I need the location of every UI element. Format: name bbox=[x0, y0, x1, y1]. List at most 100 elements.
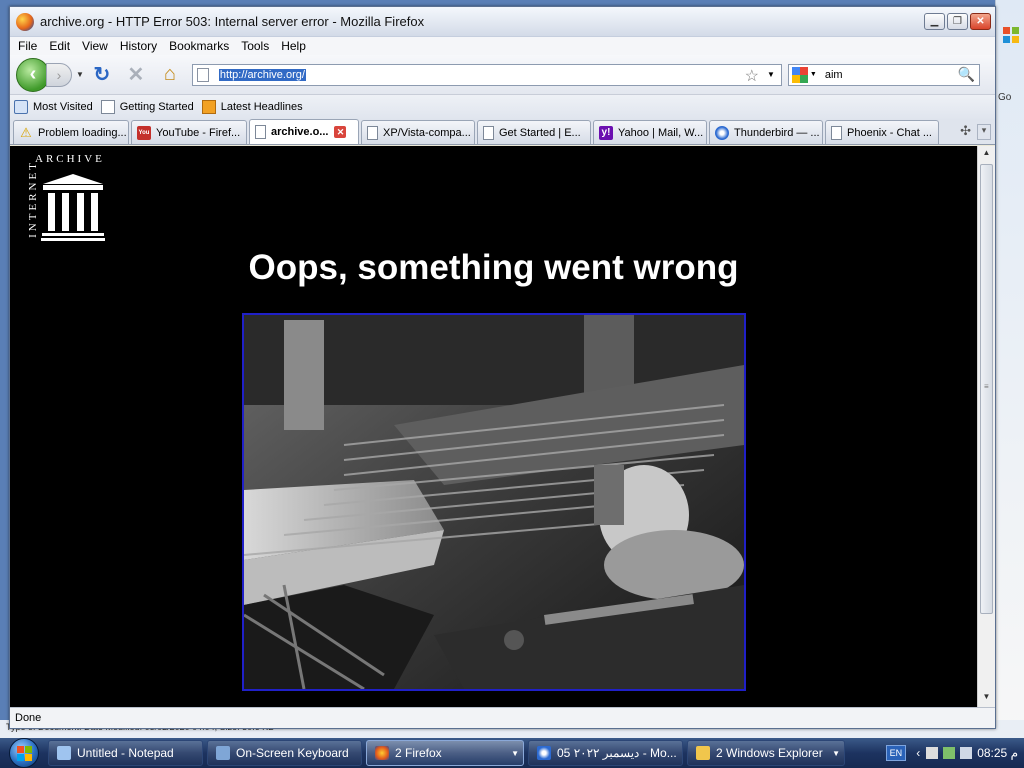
url-text[interactable]: http://archive.org/ bbox=[218, 68, 306, 81]
logo-internet-text: INTERNET bbox=[26, 160, 39, 238]
page-icon bbox=[255, 125, 266, 139]
tab-phoenix[interactable]: Phoenix - Chat ... bbox=[825, 120, 939, 144]
taskbar-label: 05 ديسمبر ٢٠٢٢ - Mo... bbox=[557, 746, 677, 760]
loom-machinery-image bbox=[244, 315, 744, 689]
scrollbar-thumb[interactable]: ≡ bbox=[980, 164, 993, 614]
most-visited-icon bbox=[14, 100, 28, 114]
clock[interactable]: 08:25 م bbox=[977, 746, 1018, 760]
tab-label: Problem loading... bbox=[38, 126, 127, 139]
bookmarks-toolbar: Most Visited Getting Started Latest Head… bbox=[10, 95, 995, 119]
taskbar-windows-explorer[interactable]: 2 Windows Explorer ▼ bbox=[687, 740, 845, 766]
maximize-button[interactable]: ❐ bbox=[947, 13, 968, 30]
page-icon bbox=[100, 100, 115, 114]
menu-tools[interactable]: Tools bbox=[241, 39, 269, 53]
menu-edit[interactable]: Edit bbox=[49, 39, 70, 53]
keyboard-icon bbox=[216, 746, 230, 760]
close-tab-icon[interactable]: ✕ bbox=[334, 126, 347, 138]
home-icon[interactable]: ⌂ bbox=[158, 63, 182, 87]
menu-history[interactable]: History bbox=[120, 39, 157, 53]
internet-archive-logo[interactable]: ARCHIVE INTERNET bbox=[14, 150, 110, 246]
warning-icon: ⚠ bbox=[20, 124, 32, 140]
search-input[interactable] bbox=[824, 68, 955, 81]
desktop-background: Go bbox=[995, 0, 1024, 738]
tab-label: XP/Vista-compa... bbox=[383, 126, 471, 139]
taskbar-label: 2 Windows Explorer bbox=[716, 746, 823, 760]
tab-label: Yahoo | Mail, W... bbox=[618, 126, 704, 139]
url-bar[interactable]: http://archive.org/ ☆ ▼ bbox=[191, 63, 782, 86]
tab-thunderbird[interactable]: Thunderbird — ... bbox=[709, 120, 823, 144]
search-bar[interactable]: ▼ 🔍 bbox=[787, 63, 980, 86]
page-content: ARCHIVE INTERNET Oops, something went wr… bbox=[10, 146, 977, 707]
status-text: Done bbox=[15, 712, 42, 724]
tab-archive[interactable]: archive.o... ✕ bbox=[249, 119, 359, 144]
history-dropdown-icon[interactable]: ▼ bbox=[76, 70, 84, 79]
firefox-icon bbox=[16, 12, 34, 31]
tab-label: YouTube - Firef... bbox=[156, 126, 241, 139]
menu-help[interactable]: Help bbox=[281, 39, 306, 53]
system-tray: EN ‹ 08:25 م bbox=[885, 738, 1024, 768]
volume-icon[interactable] bbox=[960, 747, 973, 759]
desktop-go-label: Go bbox=[998, 92, 1012, 103]
scroll-down-icon[interactable]: ▼ bbox=[980, 692, 993, 705]
logo-archive-text: ARCHIVE bbox=[35, 153, 105, 165]
taskbar-onscreen-keyboard[interactable]: On-Screen Keyboard bbox=[207, 740, 362, 766]
tab-youtube[interactable]: You YouTube - Firef... bbox=[131, 120, 247, 144]
tab-xp-vista[interactable]: XP/Vista-compa... bbox=[361, 120, 475, 144]
reload-icon[interactable]: ↻ bbox=[90, 63, 114, 87]
action-center-icon[interactable] bbox=[926, 747, 939, 759]
archive-building-icon bbox=[41, 174, 105, 241]
tab-get-started[interactable]: Get Started | E... bbox=[477, 120, 591, 144]
google-icon[interactable] bbox=[791, 66, 808, 83]
menu-bookmarks[interactable]: Bookmarks bbox=[169, 39, 229, 53]
start-button[interactable] bbox=[0, 738, 48, 768]
scroll-up-icon[interactable]: ▲ bbox=[980, 148, 993, 161]
taskbar-notepad[interactable]: Untitled - Notepad bbox=[48, 740, 203, 766]
bookmark-label: Latest Headlines bbox=[220, 101, 303, 113]
tab-problem-loading[interactable]: ⚠ Problem loading... bbox=[13, 120, 129, 144]
bookmark-label: Getting Started bbox=[119, 101, 194, 113]
tab-yahoo[interactable]: y! Yahoo | Mail, W... bbox=[593, 120, 707, 144]
new-tab-icon[interactable]: ✣ bbox=[960, 123, 971, 139]
error-photo bbox=[242, 313, 746, 691]
taskbar-firefox[interactable]: 2 Firefox ▼ bbox=[366, 740, 524, 766]
notepad-icon bbox=[57, 746, 71, 760]
tab-bar: ⚠ Problem loading... You YouTube - Firef..… bbox=[10, 119, 995, 145]
bookmark-latest-headlines[interactable]: Latest Headlines bbox=[201, 100, 303, 114]
vertical-scrollbar[interactable]: ▲ ≡ ▼ bbox=[977, 146, 995, 707]
grip-icon: ≡ bbox=[984, 382, 989, 391]
bookmark-getting-started[interactable]: Getting Started bbox=[100, 100, 194, 114]
group-dropdown-icon[interactable]: ▼ bbox=[832, 749, 840, 758]
menu-view[interactable]: View bbox=[82, 39, 108, 53]
close-button[interactable]: ✕ bbox=[970, 13, 991, 30]
navigation-toolbar: ‹ › ▼ ↻ ✕ ⌂ http://archive.org/ ☆ ▼ ▼ 🔍 bbox=[10, 55, 995, 95]
status-bar: Done bbox=[10, 707, 995, 728]
tab-label: Phoenix - Chat ... bbox=[847, 126, 932, 139]
forward-button[interactable]: › bbox=[46, 62, 72, 87]
language-indicator[interactable]: EN bbox=[885, 745, 907, 761]
taskbar-thunderbird[interactable]: 05 ديسمبر ٢٠٢٢ - Mo... bbox=[528, 740, 683, 766]
window-title: archive.org - HTTP Error 503: Internal s… bbox=[40, 14, 425, 29]
windows-logo-icon bbox=[1003, 27, 1019, 43]
back-button[interactable]: ‹ bbox=[16, 57, 50, 92]
menu-bar: File Edit View History Bookmarks Tools H… bbox=[10, 37, 995, 55]
tab-label: Get Started | E... bbox=[499, 126, 581, 139]
bookmark-star-icon[interactable]: ☆ bbox=[745, 66, 759, 86]
yahoo-icon: y! bbox=[599, 125, 613, 140]
title-bar[interactable]: archive.org - HTTP Error 503: Internal s… bbox=[10, 7, 995, 37]
folder-icon bbox=[696, 746, 710, 760]
network-icon[interactable] bbox=[943, 747, 956, 759]
show-hidden-icons-icon[interactable]: ‹ bbox=[916, 746, 920, 760]
minimize-button[interactable]: ▁ bbox=[924, 13, 945, 30]
url-dropdown-icon[interactable]: ▼ bbox=[767, 70, 775, 79]
page-icon bbox=[367, 125, 378, 140]
menu-file[interactable]: File bbox=[18, 39, 37, 53]
taskbar: Untitled - Notepad On-Screen Keyboard 2 … bbox=[0, 738, 1024, 768]
search-icon[interactable]: 🔍 bbox=[957, 66, 974, 83]
tab-list-dropdown-icon[interactable]: ▾ bbox=[977, 124, 991, 140]
bookmark-most-visited[interactable]: Most Visited bbox=[14, 100, 93, 114]
group-dropdown-icon[interactable]: ▼ bbox=[511, 749, 519, 758]
stop-icon[interactable]: ✕ bbox=[124, 63, 148, 87]
taskbar-label: 2 Firefox bbox=[395, 746, 442, 760]
taskbar-label: Untitled - Notepad bbox=[77, 746, 174, 760]
search-engine-dropdown-icon[interactable]: ▼ bbox=[810, 71, 817, 78]
